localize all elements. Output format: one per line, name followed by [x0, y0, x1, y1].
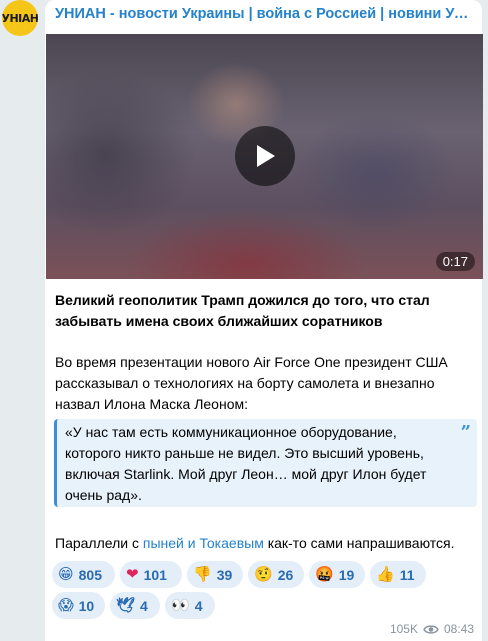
quote-line: «У нас там есть коммуникационное оборудо…	[65, 424, 397, 440]
message-time: 08:43	[443, 622, 474, 636]
reaction-cursing[interactable]: 🤬 19	[309, 561, 365, 588]
grin-emoji-icon: 😁	[58, 565, 74, 583]
post-headline: Великий геополитик Трамп дожился до того…	[55, 290, 475, 332]
inline-link[interactable]: пыней и Токаевым	[143, 535, 264, 551]
reaction-count: 11	[399, 566, 415, 583]
reaction-count: 10	[78, 597, 95, 614]
reaction-count: 19	[338, 566, 355, 583]
play-icon	[257, 145, 275, 167]
view-count: 105K	[389, 622, 418, 636]
reaction-count: 101	[143, 566, 167, 583]
video-preview[interactable]: 0:17	[46, 34, 483, 279]
paragraph-line: Во время презентации нового Air Force On…	[55, 354, 448, 370]
reaction-thumbs-down[interactable]: 👎 39	[187, 561, 243, 588]
avatar-logo-text: УНІАН	[2, 11, 38, 25]
scream-emoji-icon: 😱	[58, 596, 74, 614]
message-bubble: УНИАН - новости Украины | война с Россие…	[45, 0, 483, 641]
eyes-emoji-icon: 👀	[171, 596, 190, 614]
headline-line: забывать имена своих ближайших соратнико…	[55, 313, 383, 329]
heart-emoji-icon: ❤	[126, 565, 139, 583]
paragraph-text: Параллели с	[55, 535, 143, 551]
video-duration: 0:17	[435, 252, 475, 271]
raised-eyebrow-emoji-icon: 🤨	[254, 565, 273, 583]
reaction-count: 4	[140, 597, 148, 614]
dove-emoji-icon: 🕊	[116, 596, 136, 614]
post-paragraph: Во время презентации нового Air Force On…	[55, 352, 470, 415]
message-meta: 105K 08:43	[390, 622, 474, 636]
paragraph-line: назвал Илона Маска Леоном:	[55, 396, 248, 412]
reaction-raised-eyebrow[interactable]: 🤨 26	[248, 561, 304, 588]
reaction-dove[interactable]: 🕊 4	[110, 592, 160, 619]
quote-line: включая Starlink. Мой друг Леон… мой дру…	[65, 466, 427, 482]
reaction-grin[interactable]: 😁 805	[52, 561, 115, 588]
channel-avatar[interactable]: УНІАН	[2, 0, 38, 36]
reaction-eyes[interactable]: 👀 4	[165, 592, 215, 619]
thumbs-up-emoji-icon: 👍	[376, 565, 395, 583]
reaction-count: 4	[194, 597, 203, 614]
post-paragraph-2: Параллели с пыней и Токаевым как-то сами…	[55, 533, 475, 554]
cursing-emoji-icon: 🤬	[315, 565, 334, 583]
reaction-thumbs-up[interactable]: 👍 11	[370, 561, 426, 588]
reaction-count: 26	[277, 566, 294, 583]
quote-line: которого никто раньше не видел. Это высш…	[65, 445, 424, 461]
play-button[interactable]	[235, 126, 295, 186]
quote-line: очень рад».	[65, 487, 142, 503]
reaction-count: 39	[216, 566, 233, 583]
eye-icon	[423, 624, 439, 634]
blockquote: «У нас там есть коммуникационное оборудо…	[54, 419, 477, 507]
thumbs-down-emoji-icon: 👎	[193, 565, 212, 583]
paragraph-text: как-то сами напрашиваются.	[263, 535, 455, 551]
channel-name[interactable]: УНИАН - новости Украины | война с Россие…	[55, 6, 475, 22]
headline-line: Великий геополитик Трамп дожился до того…	[55, 292, 430, 308]
reaction-heart[interactable]: ❤ 101	[120, 561, 182, 588]
reaction-count: 805	[78, 566, 102, 583]
reaction-scream[interactable]: 😱 10	[52, 592, 105, 619]
quote-icon: ”	[460, 422, 471, 443]
paragraph-line: рассказывал о технологиях на борту самол…	[55, 375, 435, 391]
quote-text: «У нас там есть коммуникационное оборудо…	[65, 422, 457, 506]
